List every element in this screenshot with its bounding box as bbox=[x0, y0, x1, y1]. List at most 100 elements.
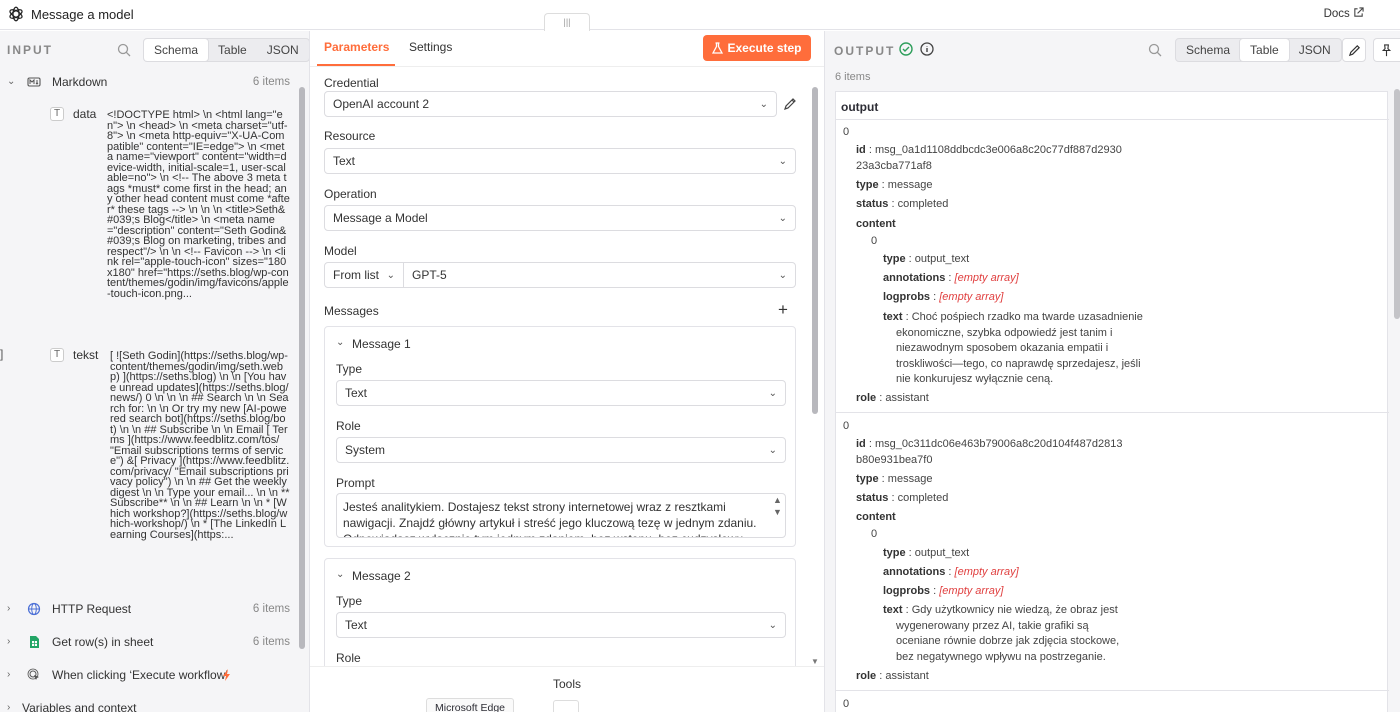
add-tool-button[interactable] bbox=[553, 700, 579, 712]
operation-select[interactable]: Message a Model ⌄ bbox=[324, 205, 796, 231]
prompt-scroll-arrows-icon[interactable]: ▲ ▼ bbox=[773, 494, 782, 518]
check-circle-icon bbox=[899, 42, 913, 56]
input-view-schema[interactable]: Schema bbox=[144, 39, 209, 61]
input-scrollbar[interactable] bbox=[299, 87, 305, 649]
chevron-down-icon: ⌄ bbox=[7, 76, 16, 87]
messages-label: Messages bbox=[324, 304, 379, 318]
search-icon[interactable] bbox=[117, 43, 131, 57]
execute-step-button[interactable]: Execute step bbox=[703, 35, 811, 61]
operation-label: Operation bbox=[324, 187, 377, 201]
message-1-type-label: Type bbox=[336, 362, 363, 376]
content-annotations: annotations : [empty array] bbox=[883, 566, 1019, 578]
globe-icon bbox=[27, 602, 41, 616]
message-2-type-select[interactable]: Text ⌄ bbox=[336, 612, 786, 638]
resource-value: Text bbox=[333, 154, 356, 168]
panel-drag-handle[interactable]: ||| bbox=[544, 13, 590, 31]
key-label: id bbox=[856, 438, 866, 450]
row-divider bbox=[836, 690, 1389, 691]
status-value: completed bbox=[897, 198, 949, 210]
id-value: msg_0c311dc06e463b79006a8c20d104f487d281… bbox=[856, 438, 1123, 466]
tree-node-get-rows[interactable]: › Get row(s) in sheet 6 items bbox=[0, 632, 296, 654]
message-1-title[interactable]: Message 1 bbox=[352, 337, 411, 351]
tab-divider bbox=[310, 66, 824, 67]
empty-array-value: [empty array] bbox=[954, 566, 1019, 578]
chevron-down-icon: ⌄ bbox=[778, 213, 787, 224]
field-name-tekst: tekst bbox=[73, 348, 99, 362]
type-value: message bbox=[887, 179, 933, 191]
item-type: type : message bbox=[856, 473, 933, 485]
model-select[interactable]: GPT-5 ⌄ bbox=[403, 262, 796, 288]
search-icon[interactable] bbox=[1148, 43, 1162, 57]
scroll-down-arrow-icon[interactable]: ▼ bbox=[811, 657, 819, 666]
input-view-json[interactable]: JSON bbox=[257, 39, 309, 61]
chevron-down-icon: ⌄ bbox=[386, 270, 395, 281]
cursor-click-icon bbox=[27, 668, 39, 680]
item-content: content bbox=[856, 217, 896, 233]
item-id: id : msg_0c311dc06e463b79006a8c20d104f48… bbox=[856, 438, 1123, 466]
model-mode-select[interactable]: From list ⌄ bbox=[324, 262, 404, 288]
docs-link[interactable]: Docs bbox=[1324, 7, 1364, 20]
parameters-panel: Parameters Settings Execute step Credent… bbox=[310, 31, 825, 712]
input-panel: INPUT Schema Table JSON ⌄ Markdown 6 ite… bbox=[0, 31, 310, 712]
output-view-table[interactable]: Table bbox=[1240, 39, 1289, 61]
chevron-right-icon: › bbox=[7, 702, 11, 712]
output-view-json[interactable]: JSON bbox=[1289, 39, 1341, 61]
message-2-title[interactable]: Message 2 bbox=[352, 569, 411, 583]
tree-node-label: Markdown bbox=[52, 75, 108, 89]
edit-output-button[interactable] bbox=[1342, 38, 1366, 62]
type-value: message bbox=[887, 473, 933, 485]
content-logprobs: logprobs : [empty array] bbox=[883, 585, 1004, 597]
tree-node-variables[interactable]: › Variables and context bbox=[0, 698, 296, 712]
empty-array-value: [empty array] bbox=[939, 585, 1004, 597]
openai-logo-icon bbox=[9, 6, 23, 22]
add-message-icon[interactable]: + bbox=[778, 300, 788, 320]
key-label: type bbox=[856, 179, 879, 191]
text-type-icon: T bbox=[50, 107, 64, 121]
credential-select[interactable]: OpenAI account 2 ⌄ bbox=[324, 91, 777, 117]
chevron-right-icon: › bbox=[7, 669, 11, 680]
model-value: GPT-5 bbox=[412, 268, 447, 282]
chevron-down-icon[interactable]: ⌄ bbox=[336, 569, 344, 580]
tree-node-label: Get row(s) in sheet bbox=[52, 635, 154, 649]
chevron-down-icon[interactable]: ⌄ bbox=[336, 337, 344, 348]
text-value: Gdy użytkownicy nie wiedzą, że obraz jes… bbox=[896, 604, 1120, 663]
text-value: Choć pośpiech rzadko ma twarde uzasadnie… bbox=[896, 311, 1143, 385]
operation-value: Message a Model bbox=[333, 211, 428, 225]
input-view-table[interactable]: Table bbox=[208, 39, 257, 61]
model-mode-value: From list bbox=[333, 268, 379, 282]
tree-node-manual-trigger[interactable]: › When clicking ‘Execute workflow’ bbox=[0, 665, 296, 687]
parameters-scrollbar[interactable] bbox=[812, 87, 818, 414]
field-name-data: data bbox=[73, 107, 97, 121]
output-view-schema[interactable]: Schema bbox=[1176, 39, 1240, 61]
item-status: status : completed bbox=[856, 198, 949, 210]
message-1-prompt-input[interactable]: Jesteś analitykiem. Dostajesz tekst stro… bbox=[336, 493, 786, 538]
tab-parameters[interactable]: Parameters bbox=[324, 40, 389, 54]
content-annotations: annotations : [empty array] bbox=[883, 272, 1019, 284]
item-index: 0 bbox=[843, 420, 850, 432]
info-icon[interactable] bbox=[920, 42, 934, 56]
content-logprobs: logprobs : [empty array] bbox=[883, 291, 1004, 303]
tab-settings[interactable]: Settings bbox=[409, 40, 452, 54]
pencil-icon[interactable] bbox=[783, 97, 797, 111]
tree-node-count: 6 items bbox=[252, 603, 290, 615]
tree-node-http-request[interactable]: › HTTP Request 6 items bbox=[0, 599, 296, 621]
tree-node-markdown[interactable]: ⌄ Markdown 6 items bbox=[0, 72, 296, 94]
message-1-role-value: System bbox=[345, 443, 386, 457]
output-scrollbar[interactable] bbox=[1394, 89, 1400, 319]
item-role: role : assistant bbox=[856, 670, 929, 682]
message-1-prompt-label: Prompt bbox=[336, 476, 375, 490]
resource-select[interactable]: Text ⌄ bbox=[324, 148, 796, 174]
message-1-type-select[interactable]: Text ⌄ bbox=[336, 380, 786, 406]
role-value: assistant bbox=[885, 670, 929, 682]
message-1-type-value: Text bbox=[345, 386, 368, 400]
pin-output-button[interactable] bbox=[1373, 38, 1400, 62]
tools-section: Tools Microsoft Edge bbox=[310, 666, 824, 712]
chevron-down-icon: ⌄ bbox=[768, 445, 777, 456]
id-value: msg_0a1d1108ddbcdc3e006a8c20c77df887d293… bbox=[856, 144, 1122, 172]
item-content: content bbox=[856, 510, 896, 526]
text-type-icon: T bbox=[50, 348, 64, 362]
empty-array-value: [empty array] bbox=[939, 291, 1004, 303]
external-link-icon bbox=[1354, 7, 1364, 17]
credential-value: OpenAI account 2 bbox=[333, 97, 430, 111]
message-1-role-select[interactable]: System ⌄ bbox=[336, 437, 786, 463]
